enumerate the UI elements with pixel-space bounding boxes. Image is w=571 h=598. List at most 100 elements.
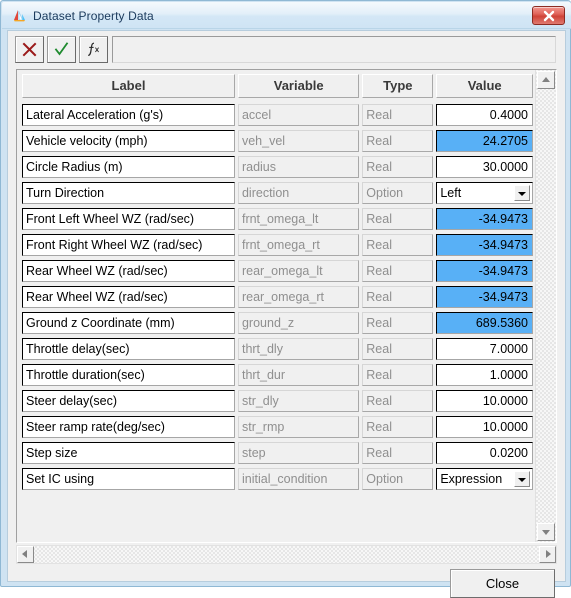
table-row: Circle Radius (m) radius Real 30.0000 bbox=[17, 156, 536, 182]
scroll-up-arrow-icon[interactable] bbox=[537, 71, 555, 89]
cell-value[interactable]: 0.4000 bbox=[436, 104, 533, 126]
table-row: Throttle delay(sec) thrt_dly Real 7.0000 bbox=[17, 338, 536, 364]
cell-value[interactable]: -34.9473 bbox=[436, 234, 533, 256]
cell-label[interactable]: Turn Direction bbox=[22, 182, 235, 204]
cell-value[interactable]: 30.0000 bbox=[436, 156, 533, 178]
cell-variable: frnt_omega_rt bbox=[237, 234, 360, 256]
cell-variable: direction bbox=[237, 182, 360, 204]
cell-label[interactable]: Circle Radius (m) bbox=[22, 156, 235, 178]
table-row: Ground z Coordinate (mm) ground_z Real 689.… bbox=[17, 312, 536, 338]
cell-label[interactable]: Steer ramp rate(deg/sec) bbox=[22, 416, 235, 438]
close-button[interactable]: Close bbox=[450, 569, 555, 598]
chevron-down-icon[interactable] bbox=[514, 185, 531, 201]
function-builder-button[interactable] bbox=[79, 36, 108, 63]
column-header-variable: Variable bbox=[238, 74, 360, 98]
table-row: Lateral Acceleration (g's) accel Real 0.400… bbox=[17, 104, 536, 130]
cell-label[interactable]: Front Right Wheel WZ (rad/sec) bbox=[22, 234, 235, 256]
cell-value[interactable]: -34.9473 bbox=[436, 208, 533, 230]
table-row: Set IC using initial_condition Option Expre… bbox=[17, 468, 536, 494]
cell-value[interactable]: 689.5360 bbox=[436, 312, 533, 334]
cell-label[interactable]: Steer delay(sec) bbox=[22, 390, 235, 412]
cell-type: Real bbox=[362, 104, 434, 126]
property-grid: Label Variable Type Value Lateral Accele… bbox=[16, 69, 557, 543]
cell-value[interactable]: 24.2705 bbox=[436, 130, 533, 152]
table-row: Front Right Wheel WZ (rad/sec) frnt_omega… bbox=[17, 234, 536, 260]
cell-label[interactable]: Step size bbox=[22, 442, 235, 464]
table-row: Steer delay(sec) str_dly Real 10.0000 bbox=[17, 390, 536, 416]
cell-label[interactable]: Ground z Coordinate (mm) bbox=[22, 312, 235, 334]
cell-type: Real bbox=[362, 260, 434, 282]
dropdown-selected-value: Left bbox=[440, 186, 462, 200]
cell-value-dropdown[interactable]: Left bbox=[436, 182, 534, 204]
cell-variable: initial_condition bbox=[237, 468, 360, 490]
cell-value[interactable]: 0.0200 bbox=[436, 442, 533, 464]
cell-label[interactable]: Vehicle velocity (mph) bbox=[22, 130, 235, 152]
table-row: Steer ramp rate(deg/sec) str_rmp Real 10.00… bbox=[17, 416, 536, 442]
cell-label[interactable]: Set IC using bbox=[22, 468, 235, 490]
cell-variable: radius bbox=[237, 156, 360, 178]
cell-label[interactable]: Front Left Wheel WZ (rad/sec) bbox=[22, 208, 235, 230]
scroll-left-arrow-icon[interactable] bbox=[17, 546, 34, 563]
cell-variable: veh_vel bbox=[237, 130, 360, 152]
cell-variable: ground_z bbox=[237, 312, 360, 334]
cancel-button[interactable] bbox=[15, 36, 44, 63]
title-bar: Dataset Property Data bbox=[2, 2, 571, 29]
table-row: Vehicle velocity (mph) veh_vel Real 24.2705 bbox=[17, 130, 536, 156]
cell-value[interactable]: -34.9473 bbox=[436, 260, 533, 282]
cell-type: Real bbox=[362, 130, 434, 152]
app-triangle-icon bbox=[11, 7, 29, 25]
cell-variable: rear_omega_rt bbox=[237, 286, 360, 308]
window-title: Dataset Property Data bbox=[33, 9, 154, 23]
cell-label[interactable]: Throttle duration(sec) bbox=[22, 364, 235, 386]
cell-variable: thrt_dly bbox=[237, 338, 360, 360]
cell-type: Real bbox=[362, 442, 434, 464]
cell-variable: thrt_dur bbox=[237, 364, 360, 386]
table-header-row: Label Variable Type Value bbox=[17, 70, 536, 104]
cell-value[interactable]: -34.9473 bbox=[436, 286, 533, 308]
dropdown-selected-value: Expression bbox=[440, 472, 503, 486]
dialog-window: Dataset Property Data Label Variable Typ… bbox=[0, 0, 571, 598]
cell-type: Real bbox=[362, 156, 434, 178]
accept-button[interactable] bbox=[47, 36, 76, 63]
column-header-label: Label bbox=[22, 74, 236, 98]
table-row: Step size step Real 0.0200 bbox=[17, 442, 536, 468]
table-row: Throttle duration(sec) thrt_dur Real 1.0000 bbox=[17, 364, 536, 390]
cell-label[interactable]: Throttle delay(sec) bbox=[22, 338, 235, 360]
close-icon[interactable] bbox=[532, 6, 565, 25]
toolbar bbox=[8, 31, 565, 67]
cell-variable: str_dly bbox=[237, 390, 360, 412]
grid-horizontal-scrollbar[interactable] bbox=[16, 545, 557, 564]
cell-label[interactable]: Rear Wheel WZ (rad/sec) bbox=[22, 286, 235, 308]
cell-type: Real bbox=[362, 286, 434, 308]
cell-value[interactable]: 10.0000 bbox=[436, 390, 533, 412]
table-row: Turn Direction direction Option Left bbox=[17, 182, 536, 208]
cell-value-dropdown[interactable]: Expression bbox=[436, 468, 534, 490]
table-row: Front Left Wheel WZ (rad/sec) frnt_omega_… bbox=[17, 208, 536, 234]
scroll-right-arrow-icon[interactable] bbox=[539, 546, 556, 563]
cell-value[interactable]: 10.0000 bbox=[436, 416, 533, 438]
client-area: Label Variable Type Value Lateral Accele… bbox=[7, 30, 566, 598]
cell-label[interactable]: Rear Wheel WZ (rad/sec) bbox=[22, 260, 235, 282]
cell-type: Real bbox=[362, 234, 434, 256]
cell-variable: rear_omega_lt bbox=[237, 260, 360, 282]
grid-rows-container: Label Variable Type Value Lateral Accele… bbox=[17, 70, 536, 542]
cell-type: Real bbox=[362, 390, 434, 412]
column-header-value: Value bbox=[436, 74, 533, 98]
scroll-down-arrow-icon[interactable] bbox=[537, 523, 555, 541]
cell-type: Real bbox=[362, 312, 434, 334]
expression-input[interactable] bbox=[112, 36, 556, 63]
cell-variable: frnt_omega_lt bbox=[237, 208, 360, 230]
cell-variable: step bbox=[237, 442, 360, 464]
chevron-down-icon[interactable] bbox=[514, 471, 531, 487]
cell-variable: accel bbox=[237, 104, 360, 126]
cell-value[interactable]: 1.0000 bbox=[436, 364, 533, 386]
cell-label[interactable]: Lateral Acceleration (g's) bbox=[22, 104, 235, 126]
cell-type: Option bbox=[362, 468, 434, 490]
cell-type: Real bbox=[362, 338, 434, 360]
column-header-type: Type bbox=[362, 74, 434, 98]
grid-vertical-scrollbar[interactable] bbox=[535, 70, 556, 542]
cell-value[interactable]: 7.0000 bbox=[436, 338, 533, 360]
cell-variable: str_rmp bbox=[237, 416, 360, 438]
table-row: Rear Wheel WZ (rad/sec) rear_omega_lt Real… bbox=[17, 260, 536, 286]
cell-type: Real bbox=[362, 416, 434, 438]
